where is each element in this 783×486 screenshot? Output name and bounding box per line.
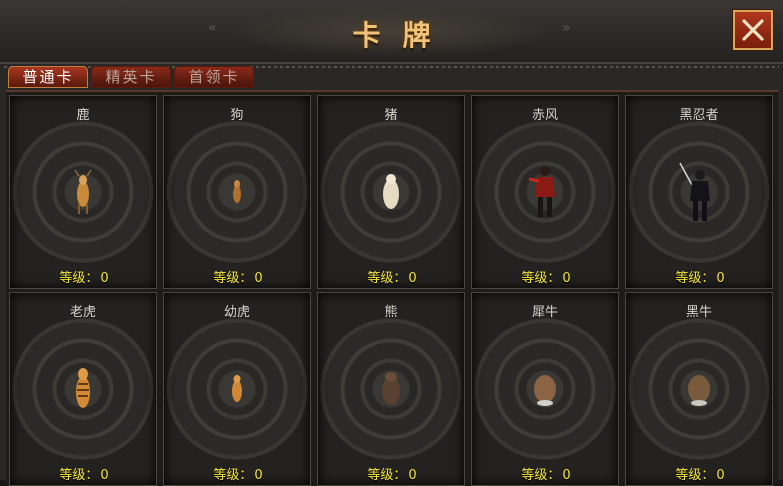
pig-icon [383,174,399,209]
level-value: 0 [254,271,263,286]
card-rhino[interactable]: 犀牛 等级： 0 [471,292,619,486]
level-value: 0 [562,468,571,483]
level-value: 0 [716,468,725,483]
card-red-wind[interactable]: 赤风 等级： 0 [471,95,619,289]
level-value: 0 [716,271,725,286]
card-level: 等级： 0 [10,267,156,286]
card-level: 等级： 0 [164,267,310,286]
level-value: 0 [562,271,571,286]
card-pig[interactable]: 猪 等级： 0 [317,95,465,289]
level-value: 0 [100,468,109,483]
tiger-icon [76,368,90,408]
level-value: 0 [100,271,109,286]
dog-icon [233,180,241,203]
tab-normal-card[interactable]: 普通卡 [8,66,88,88]
level-label: 等级： [367,468,407,483]
card-deer[interactable]: 鹿 等级： 0 [9,95,157,289]
card-bear[interactable]: 熊 等级： 0 [317,292,465,486]
card-panel: « » 卡牌 普通卡 精英卡 首领卡 鹿 等级： 0 狗 等级： 0 猪 等级：… [0,0,783,486]
card-level: 等级： 0 [626,267,772,286]
rhino-icon [534,375,556,406]
card-dog[interactable]: 狗 等级： 0 [163,95,311,289]
card-black-ninja[interactable]: 黑忍者 等级： 0 [625,95,773,289]
ninja-icon [679,162,710,221]
close-button[interactable] [733,10,773,50]
close-icon [742,19,764,41]
level-label: 等级： [59,271,99,286]
card-black-ox[interactable]: 黑牛 等级： 0 [625,292,773,486]
window-title: 卡牌 [352,19,453,52]
level-value: 0 [408,271,417,286]
card-name: 犀牛 [531,305,558,320]
card-tabs: 普通卡 精英卡 首领卡 [8,66,254,90]
level-value: 0 [254,468,263,483]
tiger-cub-icon [232,375,242,402]
card-name: 幼虎 [223,305,250,320]
card-level: 等级： 0 [164,464,310,483]
black-ox-icon [688,375,710,406]
card-name: 黑牛 [685,305,712,320]
tab-boss-card[interactable]: 首领卡 [174,66,254,88]
level-label: 等级： [675,468,715,483]
red-warrior-icon [528,166,555,217]
card-level: 等级： 0 [318,267,464,286]
card-name: 老虎 [69,305,96,320]
card-name: 猪 [384,108,398,123]
card-tiger[interactable]: 老虎 等级： 0 [9,292,157,486]
bear-icon [382,372,400,405]
level-label: 等级： [367,271,407,286]
level-label: 等级： [521,271,561,286]
card-name: 熊 [384,305,398,320]
card-level: 等级： 0 [472,267,618,286]
level-label: 等级： [521,468,561,483]
level-label: 等级： [675,271,715,286]
card-level: 等级： 0 [626,464,772,483]
card-tiger-cub[interactable]: 幼虎 等级： 0 [163,292,311,486]
card-name: 狗 [230,108,244,123]
card-level: 等级： 0 [10,464,156,483]
card-level: 等级： 0 [472,464,618,483]
level-value: 0 [408,468,417,483]
deer-icon [74,169,92,214]
title-bar: « » 卡牌 [0,0,783,68]
level-label: 等级： [213,468,253,483]
level-label: 等级： [59,468,99,483]
card-name: 鹿 [76,108,90,123]
card-name: 赤风 [531,108,558,123]
tab-elite-card[interactable]: 精英卡 [91,66,171,88]
card-level: 等级： 0 [318,464,464,483]
card-grid: 鹿 等级： 0 狗 等级： 0 猪 等级： 0 赤风 等级： 0 黑忍者 等级：… [6,90,778,486]
level-label: 等级： [213,271,253,286]
card-name: 黑忍者 [679,108,719,123]
